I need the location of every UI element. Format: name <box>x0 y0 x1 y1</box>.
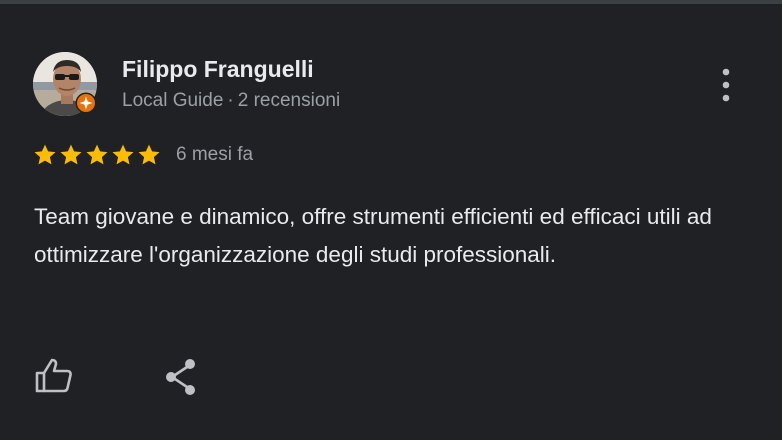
like-button[interactable] <box>34 357 74 395</box>
avatar[interactable] <box>33 52 99 118</box>
thumb-up-icon <box>35 358 72 393</box>
rating-row: 6 mesi fa <box>33 142 253 168</box>
meta-separator: · <box>227 90 234 111</box>
review-date: 6 mesi fa <box>176 144 254 165</box>
card-top-border <box>0 0 782 4</box>
review-count: 2 recensioni <box>237 90 341 111</box>
star-icon <box>86 144 108 165</box>
local-guide-label: Local Guide <box>122 90 224 111</box>
local-guide-badge-icon <box>75 92 97 114</box>
star-icon <box>112 144 134 165</box>
star-rating <box>33 143 161 167</box>
share-icon <box>166 359 195 395</box>
author-name[interactable]: Filippo Franguelli <box>122 56 314 83</box>
star-icon <box>34 144 56 165</box>
author-meta: Local Guide · 2 recensioni <box>122 90 340 112</box>
star-icon <box>60 144 82 165</box>
share-button[interactable] <box>164 358 200 396</box>
star-icon <box>138 144 160 165</box>
more-options-button[interactable] <box>714 68 738 104</box>
more-vert-icon <box>722 68 730 102</box>
review-text: Team giovane e dinamico, offre strumenti… <box>34 204 712 267</box>
